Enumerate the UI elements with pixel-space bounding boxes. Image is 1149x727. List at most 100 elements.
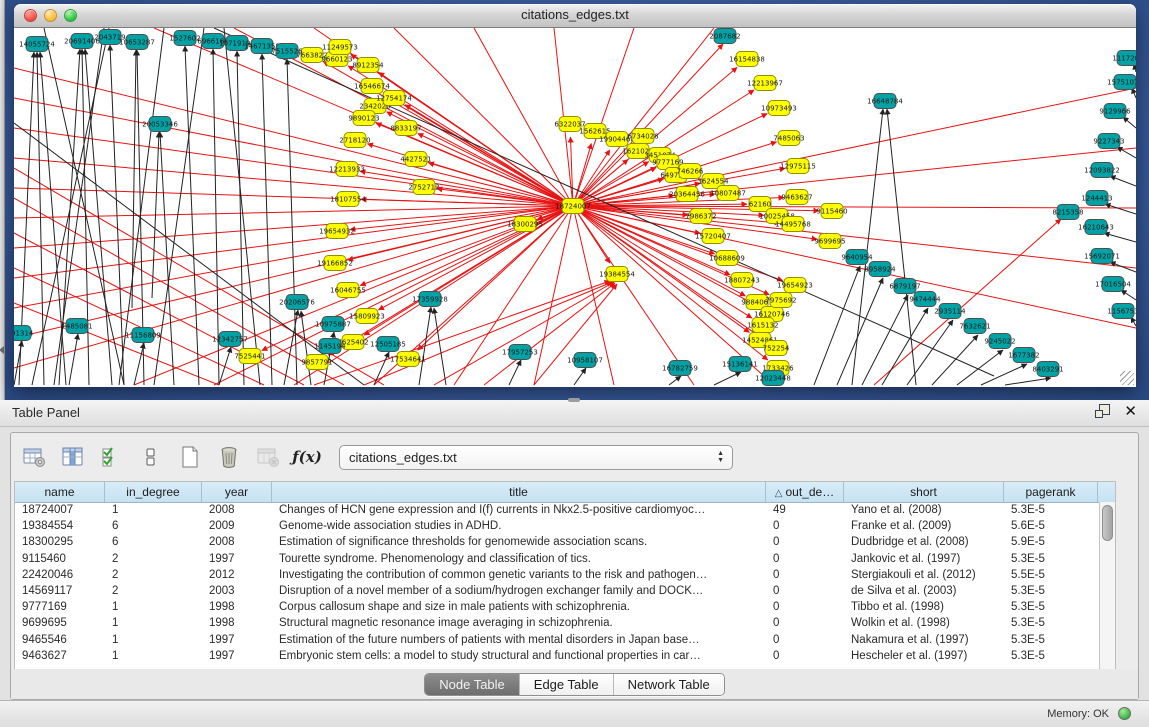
tab-node-table[interactable]: Node Table xyxy=(425,674,520,695)
graph-node[interactable]: 7632621 xyxy=(959,319,990,334)
table-row[interactable]: 969969511998Structural magnetic resonanc… xyxy=(15,615,1100,631)
column-header-pagerank[interactable]: pagerank xyxy=(1004,482,1098,502)
graph-node[interactable]: 15720407 xyxy=(695,229,731,244)
control-panel-divider[interactable] xyxy=(0,0,5,400)
graph-node[interactable]: 11156809 xyxy=(125,328,161,343)
graph-node[interactable]: 8833197 xyxy=(390,121,421,136)
graph-node[interactable]: 12213933 xyxy=(329,162,365,177)
column-header-title[interactable]: title xyxy=(272,482,766,502)
graph-node[interactable]: 17016504 xyxy=(1095,277,1131,292)
graph-node[interactable]: 19654932 xyxy=(319,224,355,239)
graph-node[interactable]: 20053346 xyxy=(142,117,178,132)
table-settings-icon[interactable] xyxy=(21,444,47,470)
column-header-outde[interactable]: △out_de… xyxy=(766,482,844,502)
graph-node[interactable]: 7485063 xyxy=(773,131,804,146)
table-row[interactable]: 911546021997Tourette syndrome. Phenomeno… xyxy=(15,551,1100,567)
function-builder-icon[interactable]: ƒ(x) xyxy=(294,444,320,470)
graph-node[interactable]: 2935114 xyxy=(934,304,966,319)
graph-node[interactable]: 12505185 xyxy=(370,337,406,352)
table-row[interactable]: 977716911998Corpus callosum shape and si… xyxy=(15,599,1100,615)
graph-node[interactable]: 17359928 xyxy=(412,292,448,307)
graph-node[interactable]: 15751074 xyxy=(1107,75,1136,90)
table-row[interactable]: 1830029562008Estimation of significance … xyxy=(15,534,1100,550)
graph-node[interactable]: 9890123 xyxy=(348,111,379,126)
network-canvas[interactable]: 6322037156261519904468673402816210223451… xyxy=(14,28,1136,387)
graph-node[interactable]: 2087682 xyxy=(709,29,740,44)
table-header-row[interactable]: namein_degreeyeartitle△out_de…shortpager… xyxy=(15,482,1115,503)
graph-node[interactable]: 391314 xyxy=(14,326,34,341)
graph-node[interactable]: 746266 xyxy=(677,164,704,179)
graph-node[interactable]: 8215358 xyxy=(1052,205,1083,220)
vertical-scrollbar[interactable] xyxy=(1099,502,1115,669)
tab-network-table[interactable]: Network Table xyxy=(614,674,724,695)
graph-node[interactable]: 6734028 xyxy=(627,129,658,144)
graph-node[interactable]: 12093822 xyxy=(1084,163,1120,178)
graph-node[interactable]: 7986372 xyxy=(685,209,716,224)
delete-rows-icon[interactable] xyxy=(216,444,242,470)
graph-node[interactable]: 8958924 xyxy=(864,262,896,277)
graph-node[interactable]: 1615132 xyxy=(747,318,778,333)
graph-node[interactable]: 10688609 xyxy=(709,251,745,266)
graph-node[interactable]: 9245022 xyxy=(984,334,1015,349)
graph-node[interactable]: 1677382 xyxy=(1008,348,1039,363)
column-header-year[interactable]: year xyxy=(202,482,272,502)
graph-node[interactable]: 15809923 xyxy=(349,309,385,324)
graph-node[interactable]: 1527602 xyxy=(169,31,200,46)
row-height-icon[interactable] xyxy=(138,444,164,470)
scrollbar-thumb[interactable] xyxy=(1102,505,1113,541)
new-table-icon[interactable] xyxy=(177,444,203,470)
memory-status-indicator-icon[interactable] xyxy=(1118,707,1131,720)
graph-node[interactable]: 18107554 xyxy=(330,192,366,207)
window-titlebar[interactable]: citations_edges.txt xyxy=(14,4,1136,28)
column-header-indegree[interactable]: in_degree xyxy=(105,482,202,502)
graph-node[interactable]: 1156753 xyxy=(1107,304,1136,319)
graph-node[interactable]: 9474444 xyxy=(909,292,941,307)
window-resize-grip[interactable] xyxy=(1120,371,1134,385)
split-pane-handle[interactable] xyxy=(568,398,580,402)
graph-node[interactable]: 1117204 xyxy=(1112,51,1136,66)
table-row[interactable]: 1456911722003Disruption of a novel membe… xyxy=(15,583,1100,599)
graph-node[interactable]: 20206576 xyxy=(279,295,315,310)
graph-node[interactable]: 9463627 xyxy=(781,190,812,205)
close-panel-button[interactable]: ✕ xyxy=(1124,404,1137,419)
column-header-short[interactable]: short xyxy=(844,482,1004,502)
graph-node[interactable]: 16210643 xyxy=(1078,220,1114,235)
tab-edge-table[interactable]: Edge Table xyxy=(520,674,614,695)
table-row[interactable]: 946554611997Estimation of the future num… xyxy=(15,632,1100,648)
graph-node[interactable]: 12975115 xyxy=(780,159,816,174)
graph-node[interactable]: 10973493 xyxy=(761,101,797,116)
graph-node[interactable]: 16782759 xyxy=(662,361,698,376)
graph-node[interactable]: 9115460 xyxy=(816,204,847,219)
graph-node[interactable]: 9699695 xyxy=(814,234,845,249)
graph-node[interactable]: 10958107 xyxy=(567,353,603,368)
graph-node[interactable]: 7975692 xyxy=(765,293,796,308)
table-row[interactable]: 1938455462009Genome-wide association stu… xyxy=(15,518,1100,534)
graph-node[interactable]: 17534641 xyxy=(390,352,426,367)
show-columns-icon[interactable] xyxy=(60,444,86,470)
graph-node[interactable]: 16046755 xyxy=(330,283,366,298)
graph-node[interactable]: 15692071 xyxy=(1084,249,1120,264)
divider-collapse-arrow-icon[interactable] xyxy=(0,346,4,354)
graph-node[interactable]: 8403291 xyxy=(1032,362,1063,377)
graph-node[interactable]: 16648784 xyxy=(867,94,903,109)
graph-node[interactable]: 12213967 xyxy=(747,76,783,91)
table-row[interactable]: 2242004622012Investigating the contribut… xyxy=(15,567,1100,583)
select-columns-icon[interactable] xyxy=(99,444,125,470)
graph-node[interactable]: 19384554 xyxy=(599,267,635,282)
table-selector-dropdown[interactable]: citations_edges.txt ▲▼ xyxy=(339,445,733,470)
table-row[interactable]: 946362711997Embryonic stem cells: a mode… xyxy=(15,648,1100,664)
graph-node[interactable]: 16154838 xyxy=(729,52,765,67)
graph-node[interactable]: 1485081 xyxy=(61,319,92,334)
graph-node[interactable]: 752254 xyxy=(763,341,790,356)
graph-node[interactable]: 1244413 xyxy=(1081,191,1112,206)
graph-node[interactable]: 20364456 xyxy=(669,187,705,202)
graph-node[interactable]: 2752712 xyxy=(408,180,439,195)
graph-node[interactable]: 15136141 xyxy=(722,357,758,372)
float-panel-button[interactable] xyxy=(1095,404,1110,419)
graph-node[interactable]: 19166852 xyxy=(317,256,353,271)
graph-node[interactable]: 9857791 xyxy=(301,355,332,370)
network-graph[interactable]: 6322037156261519904468673402816210223451… xyxy=(14,28,1136,387)
graph-node[interactable]: 6879197 xyxy=(889,279,920,294)
graph-node[interactable]: 2718120 xyxy=(339,133,370,148)
column-header-name[interactable]: name xyxy=(15,482,105,502)
